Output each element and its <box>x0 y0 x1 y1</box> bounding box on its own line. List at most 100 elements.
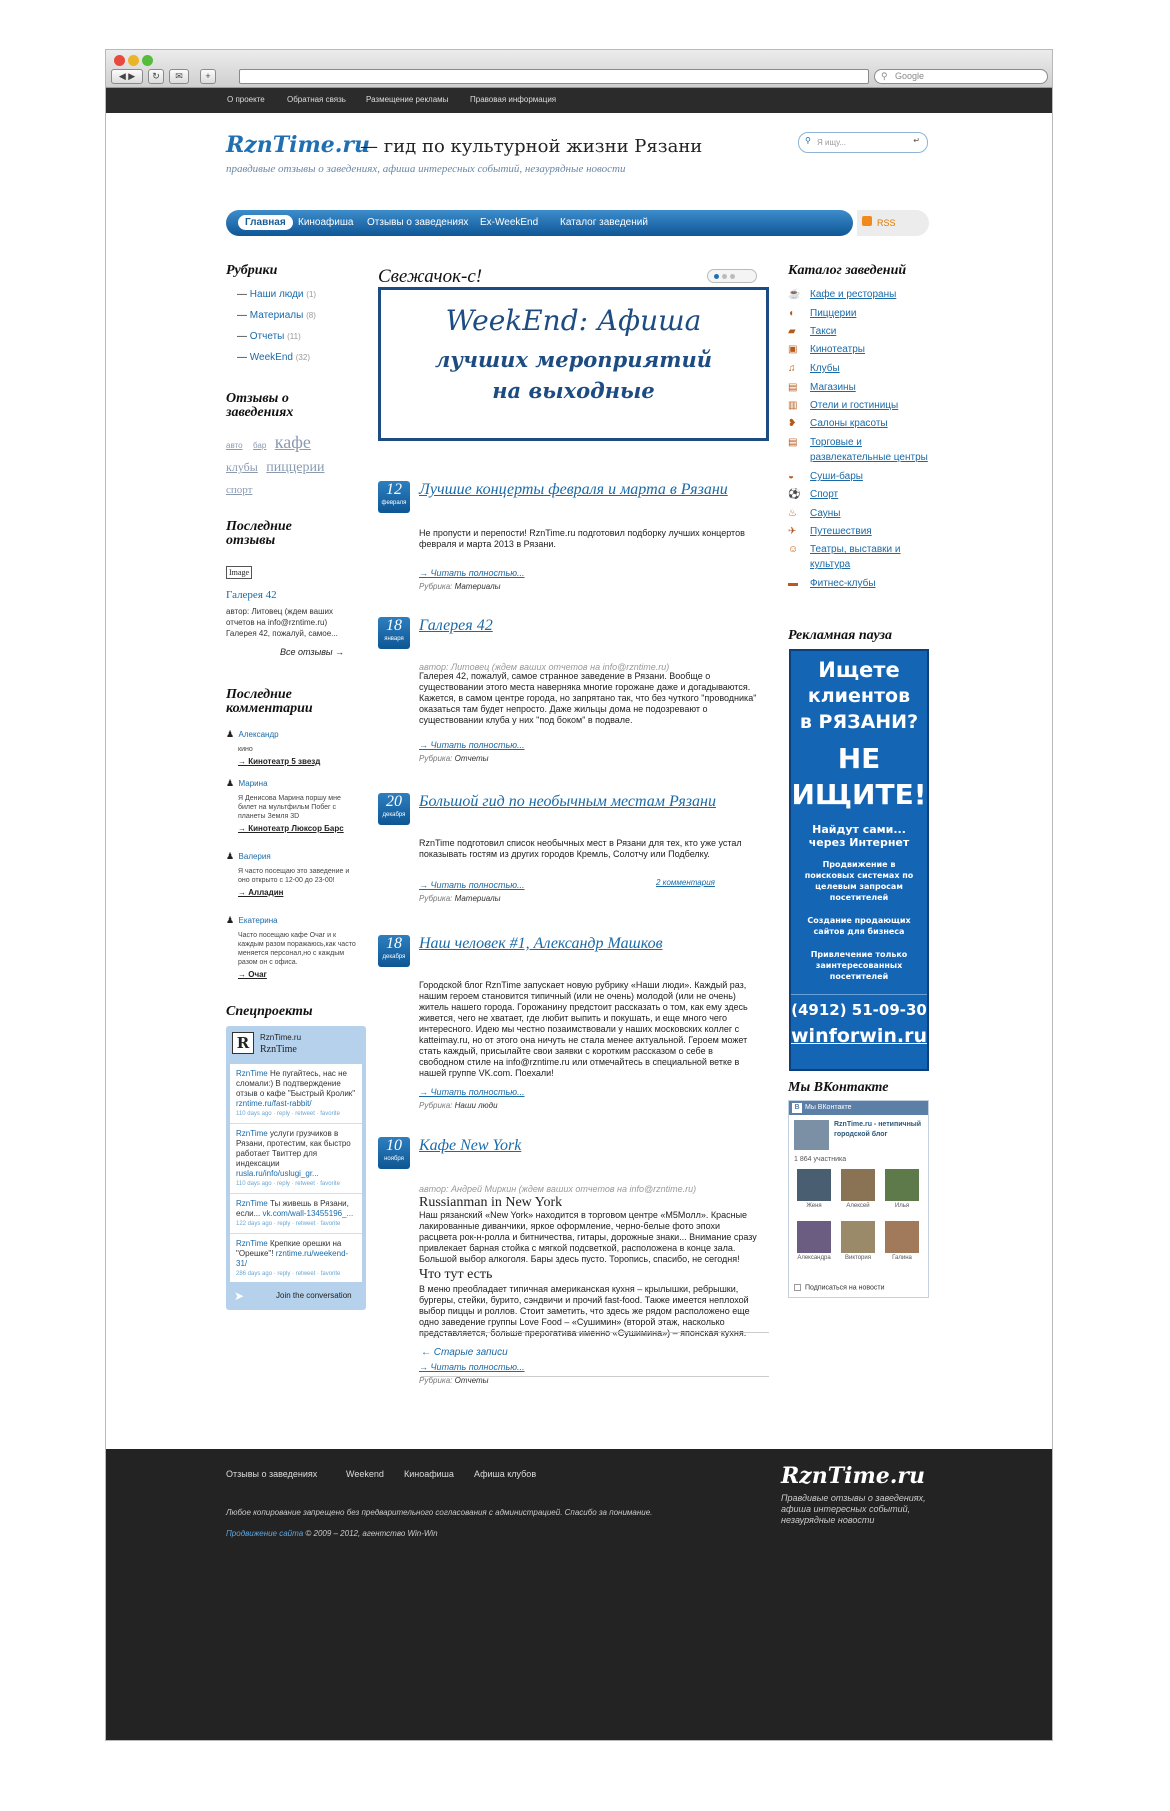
read-more-link[interactable]: → Читать полностью... <box>419 740 525 750</box>
vk-subscribe[interactable]: Подписаться на новости <box>794 1284 885 1291</box>
promo-link[interactable]: Продвижение сайта <box>226 1529 303 1538</box>
checkbox-icon[interactable] <box>794 1284 801 1291</box>
footer-logo[interactable]: RznTime.ru <box>781 1463 925 1489</box>
close-window-icon[interactable] <box>114 55 125 66</box>
footer-link-cinema[interactable]: Киноафиша <box>404 1469 454 1479</box>
slider-dot[interactable] <box>722 274 727 279</box>
vk-member[interactable]: Алексей <box>838 1169 878 1209</box>
comments-count-link[interactable]: 2 комментария <box>656 878 715 887</box>
rubric-item[interactable]: — Наши люди (1) <box>237 284 316 305</box>
slider-dot[interactable] <box>730 274 735 279</box>
catalog-item[interactable]: ✈ Путешествия <box>788 524 938 539</box>
tag-link[interactable]: кафе <box>275 432 311 452</box>
catalog-link[interactable]: Путешествия <box>810 524 938 539</box>
join-conversation-link[interactable]: Join the conversation <box>276 1291 352 1300</box>
catalog-item[interactable]: ▰ Такси <box>788 324 938 339</box>
catalog-link[interactable]: Салоны красоты <box>810 416 938 431</box>
catalog-item[interactable]: ♫ Клубы <box>788 361 938 376</box>
site-logo[interactable]: RznTime.ru <box>226 132 370 158</box>
comment-author[interactable]: Валерия <box>239 852 271 861</box>
topnav-feedback[interactable]: Обратная связь <box>287 95 346 104</box>
topnav-about[interactable]: О проекте <box>227 95 265 104</box>
zoom-window-icon[interactable] <box>142 55 153 66</box>
tweet-user[interactable]: RznTime <box>236 1239 268 1248</box>
post-rubric-link[interactable]: Отчеты <box>455 754 489 763</box>
post-rubric-link[interactable]: Материалы <box>455 894 501 903</box>
tag-link[interactable]: бар <box>253 441 266 450</box>
catalog-link[interactable]: Театры, выставки и культура <box>810 542 938 572</box>
tweet-meta[interactable]: 110 days ago · reply · retweet · favorit… <box>236 1179 356 1189</box>
tweet-user[interactable]: RznTime <box>236 1199 268 1208</box>
ad-banner[interactable]: Ищете клиентов в РЯЗАНИ? НЕ ИЩИТЕ! Найду… <box>789 649 929 1071</box>
catalog-item[interactable]: ◖ Пиццерии <box>788 306 938 321</box>
catalog-link[interactable]: Торговые и развлекательные центры <box>810 435 938 465</box>
catalog-link[interactable]: Пиццерии <box>810 306 938 321</box>
tweet-user[interactable]: RznTime <box>236 1129 268 1138</box>
read-more-link[interactable]: → Читать полностью... <box>419 568 525 578</box>
footer-link-clubs[interactable]: Афиша клубов <box>474 1469 536 1479</box>
catalog-link[interactable]: Клубы <box>810 361 938 376</box>
catalog-link[interactable]: Суши-бары <box>810 469 938 484</box>
post-title-link[interactable]: Наш человек #1, Александр Машков <box>419 935 759 952</box>
weekend-banner[interactable]: WeekEnd: Афиша лучших мероприятий на вых… <box>378 287 769 441</box>
vk-member[interactable]: Виктория <box>838 1221 878 1261</box>
browser-search-input[interactable]: ⚲ Google <box>874 69 1048 84</box>
tweet-link[interactable]: rzntime.ru/fast-rabbit/ <box>236 1099 312 1108</box>
catalog-link[interactable]: Отели и гостиницы <box>810 398 938 413</box>
catalog-item[interactable]: ▤ Магазины <box>788 380 938 395</box>
vk-member[interactable]: Александра <box>794 1221 834 1261</box>
site-search-input[interactable]: ⚲ Я ищу... ↵ <box>798 132 928 153</box>
vk-member[interactable]: Галина <box>882 1221 922 1261</box>
slider-pager[interactable] <box>707 269 757 283</box>
post-rubric-link[interactable]: Отчеты <box>455 1376 489 1385</box>
post-title-link[interactable]: Лучшие концерты февраля и марта в Рязани <box>419 481 759 498</box>
catalog-item[interactable]: ▬ Фитнес-клубы <box>788 576 938 591</box>
catalog-item[interactable]: ♨ Сауны <box>788 506 938 521</box>
rubric-item[interactable]: — Материалы (8) <box>237 305 316 326</box>
catalog-link[interactable]: Магазины <box>810 380 938 395</box>
tweet-meta[interactable]: 286 days ago · reply · retweet · favorit… <box>236 1269 356 1279</box>
menu-weekend[interactable]: Ex-WeekEnd <box>480 217 538 228</box>
catalog-item[interactable]: ☕ Кафе и рестораны <box>788 287 938 302</box>
vk-group-name[interactable]: RznTime.ru - нетипичный городской блог <box>834 1120 924 1140</box>
comment-author[interactable]: Екатерина <box>239 916 278 925</box>
menu-catalog[interactable]: Каталог заведений <box>560 217 648 228</box>
read-more-link[interactable]: → Читать полностью... <box>419 1362 525 1372</box>
vk-member[interactable]: Женя <box>794 1169 834 1209</box>
topnav-advertising[interactable]: Размещение рекламы <box>366 95 448 104</box>
catalog-item[interactable]: ⚽ Спорт <box>788 487 938 502</box>
catalog-link[interactable]: Кинотеатры <box>810 342 938 357</box>
post-rubric-link[interactable]: Наши люди <box>455 1101 498 1110</box>
tag-link[interactable]: спорт <box>226 484 252 496</box>
rss-link[interactable]: RSS <box>857 210 929 236</box>
tweet-link[interactable]: rusla.ru/info/uslugi_gr... <box>236 1169 319 1178</box>
review-place-link[interactable]: Галерея 42 <box>226 589 277 601</box>
twitter-handle[interactable]: RznTime <box>260 1044 297 1055</box>
comment-target-link[interactable]: → Кинотеатр 5 звезд <box>238 757 356 766</box>
comment-author[interactable]: Александр <box>239 730 279 739</box>
menu-cinema[interactable]: Киноафиша <box>298 217 353 228</box>
back-forward-buttons[interactable]: ◀ ▶ <box>111 69 143 84</box>
catalog-link[interactable]: Кафе и рестораны <box>810 287 938 302</box>
catalog-item[interactable]: ▥ Отели и гостиницы <box>788 398 938 413</box>
catalog-link[interactable]: Такси <box>810 324 938 339</box>
catalog-link[interactable]: Спорт <box>810 487 938 502</box>
catalog-link[interactable]: Фитнес-клубы <box>810 576 938 591</box>
all-reviews-link[interactable]: Все отзывы → <box>280 647 344 657</box>
post-title-link[interactable]: Большой гид по необычным местам Рязани <box>419 793 759 810</box>
topnav-legal[interactable]: Правовая информация <box>470 95 556 104</box>
catalog-item[interactable]: ◒ Суши-бары <box>788 469 938 484</box>
comment-target-link[interactable]: → Кинотеатр Люксор Барс <box>238 824 356 833</box>
menu-home[interactable]: Главная <box>238 215 293 230</box>
address-bar[interactable] <box>239 69 869 84</box>
comment-target-link[interactable]: → Очаг <box>238 970 356 979</box>
post-title-link[interactable]: Кафе New York <box>419 1137 759 1154</box>
tag-link[interactable]: пиццерии <box>266 460 324 475</box>
catalog-item[interactable]: ▣ Кинотеатры <box>788 342 938 357</box>
new-tab-icon[interactable]: + <box>200 69 216 84</box>
comment-author[interactable]: Марина <box>239 779 268 788</box>
menu-reviews[interactable]: Отзывы о заведениях <box>367 217 468 228</box>
slider-dot[interactable] <box>714 274 719 279</box>
footer-link-reviews[interactable]: Отзывы о заведениях <box>226 1469 317 1479</box>
tweet-user[interactable]: RznTime <box>236 1069 268 1078</box>
